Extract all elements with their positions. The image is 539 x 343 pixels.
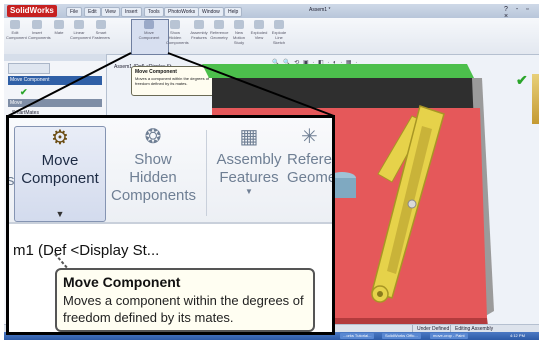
tooltip-title: Move Component [63,274,181,290]
reference-geometry-button[interactable]: ✳ Reference Geome [287,126,332,187]
assembly-features-icon: ▦ [239,126,259,148]
callout-line-left [7,52,132,117]
ribbon-divider [206,130,207,216]
show-hidden-components-icon: ❂ [144,126,162,148]
move-component-icon: ⚙ [51,127,69,149]
callout-line-right [167,52,335,117]
assembly-features-button[interactable]: ▦ Assembly Features ▼ [211,126,287,197]
tooltip-text: Moves a component within the degrees of … [63,293,304,325]
command-manager-zoomed: s ⚙ Move Component ▼ ❂ Show Hidden Compo… [9,118,332,224]
move-component-button[interactable]: ⚙ Move Component ▼ [14,126,106,222]
reference-geometry-icon: ✳ [301,126,318,148]
zoom-tree-area: m1 (Def <Display St... Move Component Mo… [9,224,332,332]
dropdown-arrow-icon[interactable]: ▼ [211,187,287,197]
dropdown-arrow-icon[interactable]: ▼ [15,205,105,223]
tooltip: Move Component Moves a component within … [55,268,315,332]
show-hidden-components-button[interactable]: ❂ Show Hidden Components [111,126,196,205]
zoom-inset: s ⚙ Move Component ▼ ❂ Show Hidden Compo… [6,115,335,335]
